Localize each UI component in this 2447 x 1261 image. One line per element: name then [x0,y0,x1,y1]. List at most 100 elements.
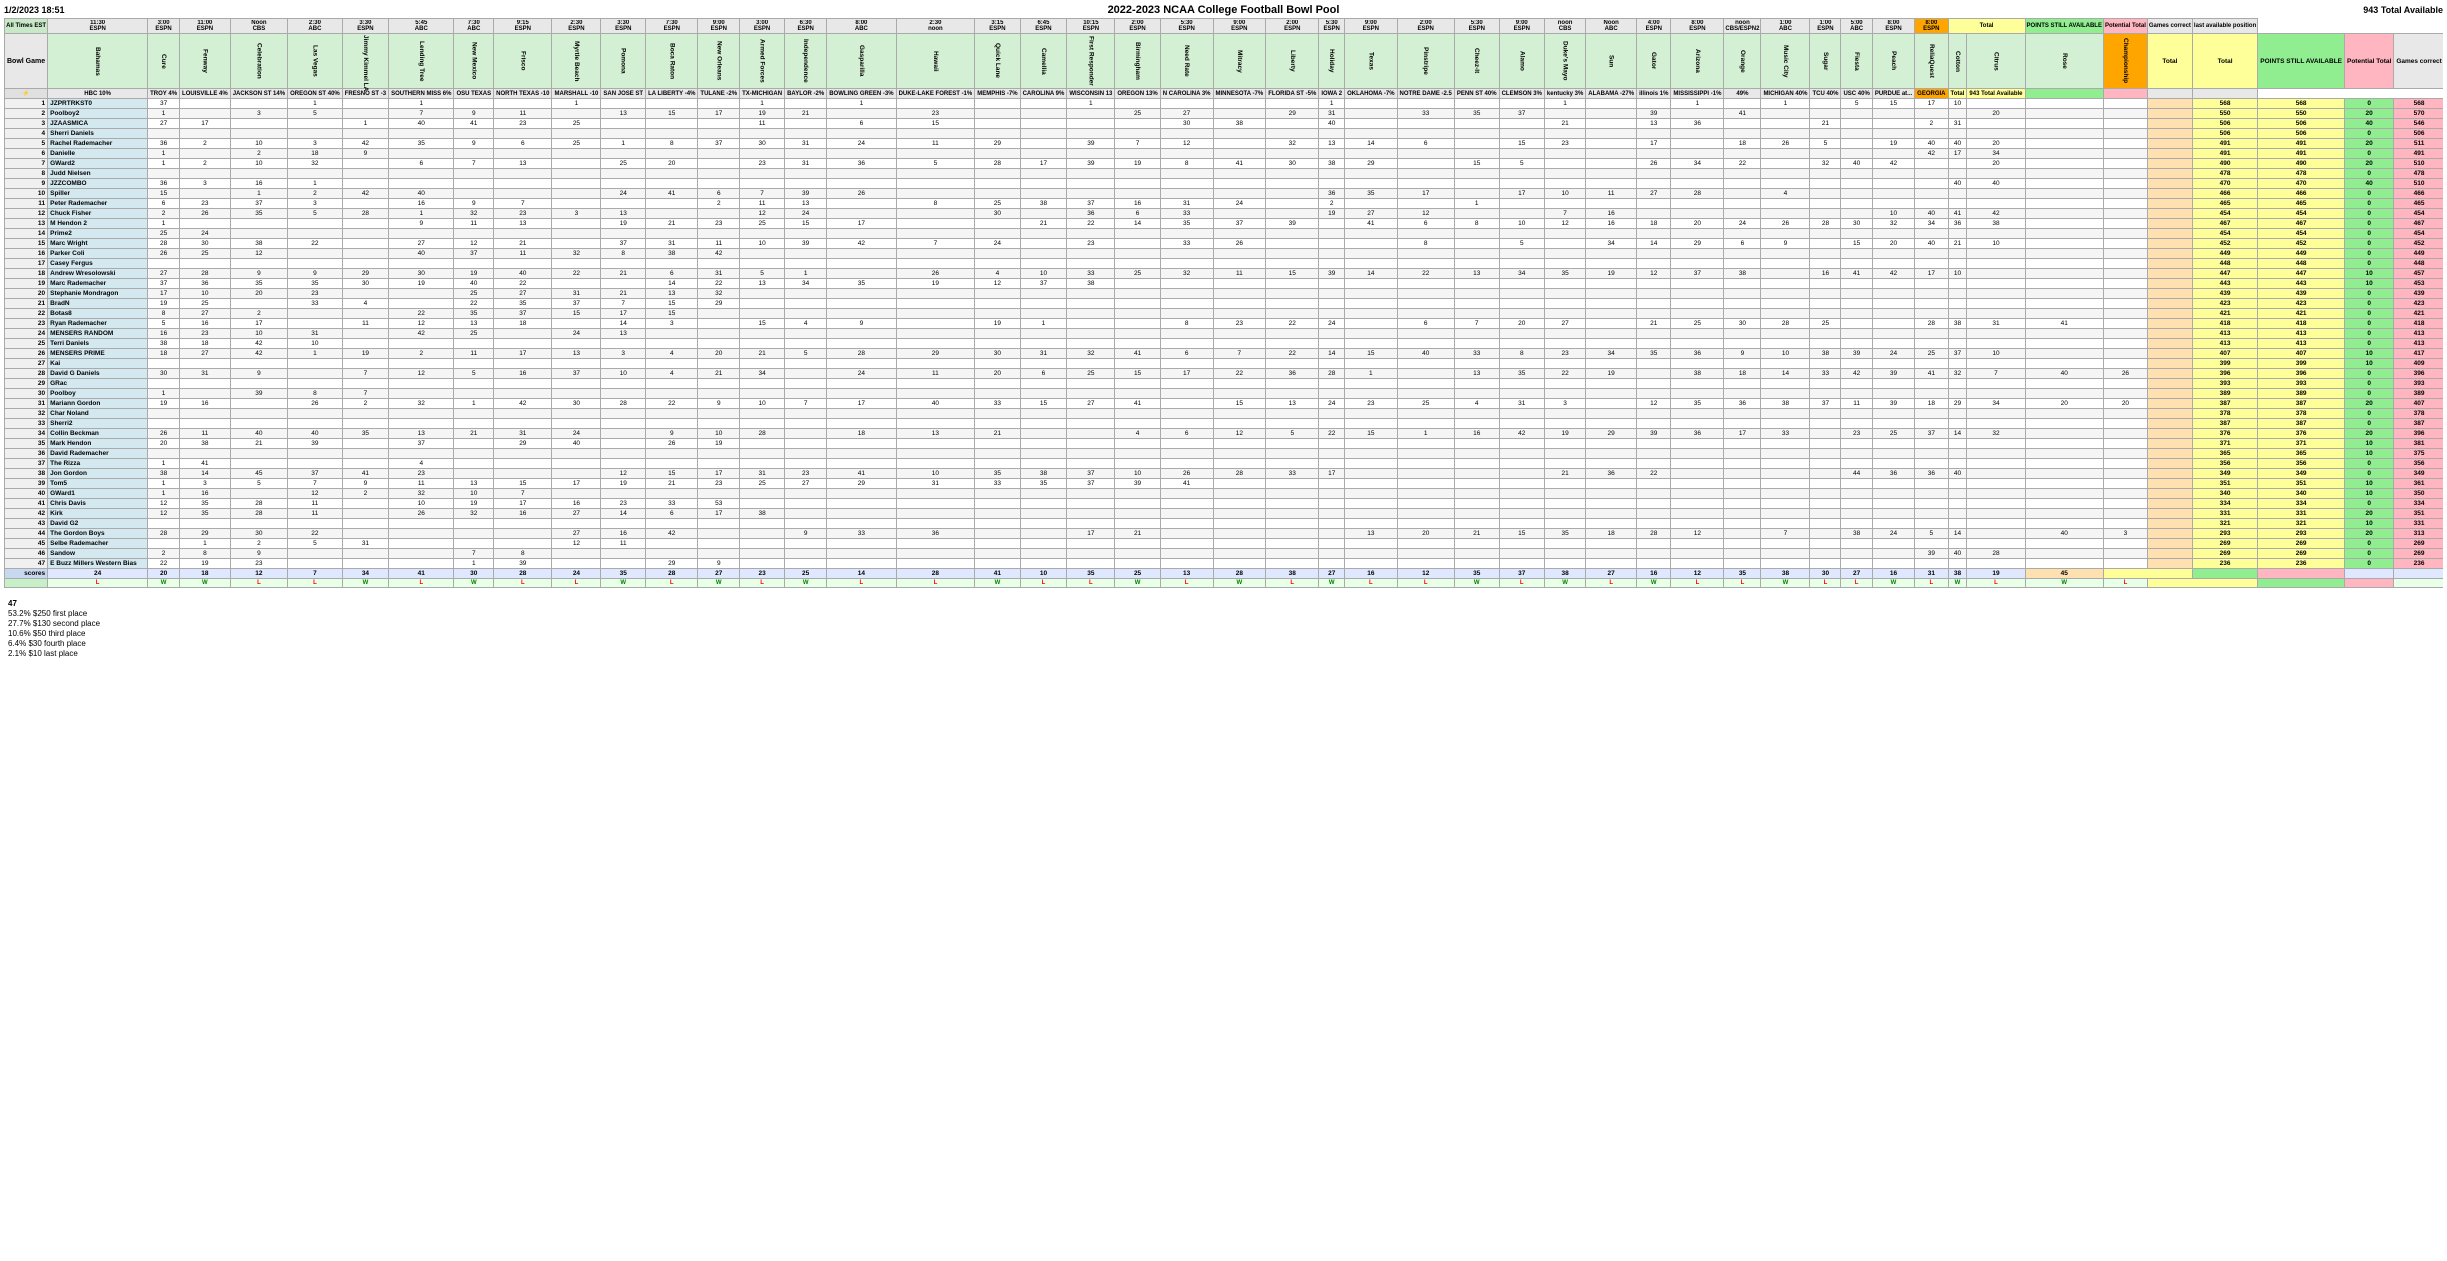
pick-cell [2147,229,2192,239]
pick-cell: 25 [180,249,231,259]
pick-cell [740,289,785,299]
pick-cell [1454,299,1499,309]
pick-cell [1810,479,1841,489]
pick-cell: 38 [740,509,785,519]
pick-cell: 12 [1397,209,1454,219]
pick-cell [1067,549,1115,559]
total2-cell: 491 [2258,149,2345,159]
total2-cell: 506 [2258,129,2345,139]
pick-cell [785,309,827,319]
pick-cell: 31 [698,269,740,279]
pick-cell [1586,299,1637,309]
pick-cell [2103,99,2147,109]
pick-cell [1724,539,1761,549]
pick-cell: 19 [1586,269,1637,279]
total2-cell: 454 [2258,229,2345,239]
pick-cell: 36 [1586,469,1637,479]
pick-cell [148,129,180,139]
pick-cell: 38 [1948,319,1967,329]
pick-cell [342,379,388,389]
pick-cell [1967,539,2025,549]
pick-cell: 15 [1872,99,1914,109]
pick-cell [1948,249,1967,259]
payout-3rd: 10.6% $50 third place [8,629,2439,638]
pick-cell [2103,559,2147,569]
name-cell: GRac [48,379,148,389]
potential-cell: 381 [2394,439,2443,449]
pick-cell [1319,359,1345,369]
pick-cell [1020,489,1067,499]
pick-cell: 40 [1319,119,1345,129]
pick-cell [975,549,1020,559]
pick-cell [1397,369,1454,379]
pick-cell [494,229,552,239]
pick-cell [740,259,785,269]
pick-cell [2147,189,2192,199]
pick-cell: 38 [1724,269,1761,279]
pick-cell [494,129,552,139]
pick-cell [1948,499,1967,509]
pick-cell: 4 [1454,399,1499,409]
pick-cell [1213,499,1266,509]
table-row: 46Sandow2897839402826926902691428 [5,549,2444,559]
pick-cell [698,319,740,329]
pick-cell [1115,309,1160,319]
pick-cell [1841,509,1872,519]
pick-cell [1020,99,1067,109]
wl-cell: L [1499,579,1544,588]
pick-cell [2147,419,2192,429]
pick-cell: 30 [342,279,388,289]
pick-cell [1499,199,1544,209]
pick-cell: 21 [1454,529,1499,539]
total2-cell: 387 [2258,419,2345,429]
pick-cell [1115,499,1160,509]
total-available: 943 Total Available [2343,5,2443,15]
pick-cell [454,449,494,459]
pick-cell [601,99,646,109]
pick-cell: 19 [1586,369,1637,379]
pick-cell: 16 [1454,429,1499,439]
pick-cell [1345,539,1397,549]
pick-cell [646,259,698,269]
pick-cell: 15 [896,119,975,129]
pick-cell: 42 [646,529,698,539]
pick-cell: 42 [1915,149,1948,159]
pick-cell: 31 [785,139,827,149]
pick-cell [1671,499,1724,509]
potential-cell: 417 [2394,349,2443,359]
pick-cell [601,119,646,129]
pick-cell [975,309,1020,319]
pts-still-cell: 10 [2345,359,2394,369]
pick-cell [1872,309,1914,319]
pick-cell [975,359,1020,369]
pick-cell: 22 [646,399,698,409]
pick-cell: 13 [1454,369,1499,379]
pick-cell: 13 [552,349,601,359]
pick-cell: 25 [148,229,180,239]
pick-cell: 6 [1397,139,1454,149]
rank-cell: 35 [5,439,48,449]
potential-cell: 449 [2394,249,2443,259]
pick-cell: 12 [148,499,180,509]
pick-cell [785,179,827,189]
pick-cell: 23 [494,209,552,219]
pick-cell [342,159,388,169]
pick-cell [288,549,343,559]
pick-cell [1213,339,1266,349]
pick-cell: 40 [1948,469,1967,479]
pick-cell: 31 [342,539,388,549]
pick-cell [1841,449,1872,459]
name-cell: M Hendon 2 [48,219,148,229]
rank-cell: 8 [5,169,48,179]
pick-cell: 42 [389,329,454,339]
pick-cell [1724,449,1761,459]
pick-cell: 17 [1948,149,1967,159]
pick-cell: 37 [552,299,601,309]
pick-cell: 17 [1397,189,1454,199]
pick-cell: 17 [698,109,740,119]
pick-cell [1586,319,1637,329]
pick-cell [740,499,785,509]
pick-cell [1915,189,1948,199]
rank-cell: 39 [5,479,48,489]
pick-cell [1115,329,1160,339]
